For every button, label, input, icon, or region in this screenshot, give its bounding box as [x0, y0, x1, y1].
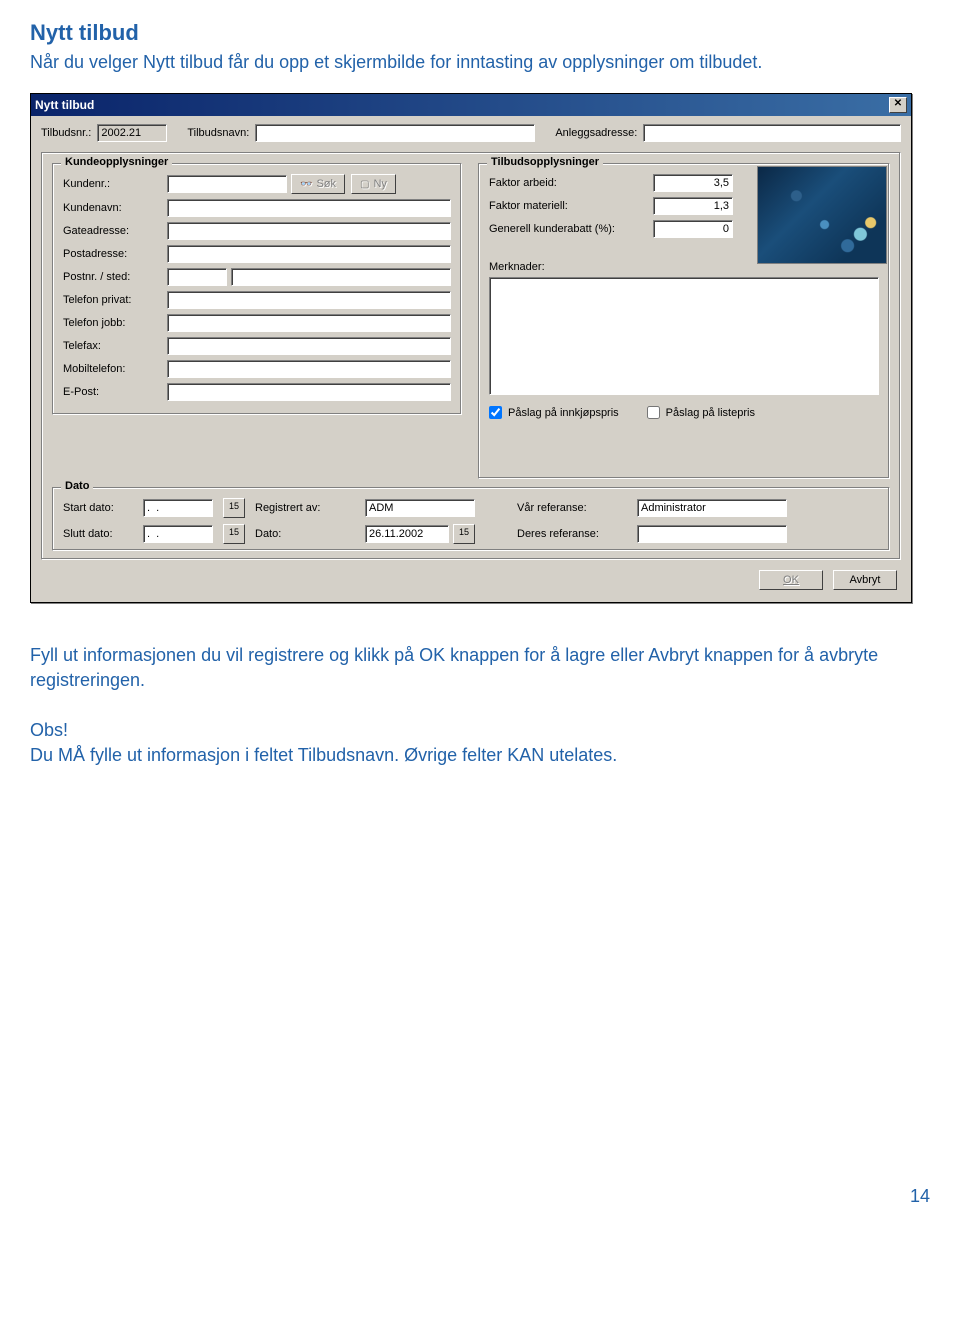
mobil-input[interactable] — [167, 360, 451, 378]
start-dato-input[interactable] — [143, 499, 213, 517]
anleggsadresse-label: Anleggsadresse: — [555, 127, 637, 139]
doc-para3b: Du MÅ fylle ut informasjon i feltet Tilb… — [30, 745, 930, 766]
postnr-label: Postnr. / sted: — [63, 271, 163, 283]
merknader-input[interactable] — [489, 277, 879, 395]
postadresse-label: Postadresse: — [63, 248, 163, 260]
paslag-innkjop-input[interactable] — [489, 406, 502, 419]
telefax-label: Telefax: — [63, 340, 163, 352]
sok-button-label: Søk — [316, 178, 336, 190]
generell-rabatt-label: Generell kunderabatt (%): — [489, 223, 649, 235]
epost-label: E-Post: — [63, 386, 163, 398]
titlebar: Nytt tilbud ✕ — [31, 94, 911, 116]
close-icon: ✕ — [894, 98, 902, 109]
faktor-materiell-input[interactable] — [653, 197, 733, 215]
kunde-legend: Kundeopplysninger — [61, 156, 172, 168]
paslag-listepris-input[interactable] — [647, 406, 660, 419]
close-button[interactable]: ✕ — [889, 97, 907, 113]
top-row: Tilbudsnr.: Tilbudsnavn: Anleggsadresse: — [41, 124, 901, 142]
var-ref-label: Vår referanse: — [517, 502, 627, 514]
avbryt-button[interactable]: Avbryt — [833, 570, 897, 590]
binoculars-icon: 👓 — [300, 179, 312, 190]
faktor-arbeid-input[interactable] — [653, 174, 733, 192]
ny-button[interactable]: ▢ Ny — [351, 174, 396, 194]
doc-para3a: Obs! — [30, 720, 930, 741]
registrert-av-label: Registrert av: — [255, 502, 355, 514]
slutt-dato-calendar-button[interactable]: 15 — [223, 524, 245, 544]
ok-button[interactable]: OK — [759, 570, 823, 590]
kundenavn-input[interactable] — [167, 199, 451, 217]
faktor-arbeid-label: Faktor arbeid: — [489, 177, 649, 189]
anleggsadresse-input[interactable] — [643, 124, 901, 142]
tilbudsnavn-label: Tilbudsnavn: — [187, 127, 249, 139]
main-groupbox: Kundeopplysninger Kundenr.: 👓 Søk ▢ — [41, 152, 901, 560]
paslag-listepris-checkbox[interactable]: Påslag på listepris — [647, 406, 755, 419]
slutt-dato-label: Slutt dato: — [63, 528, 133, 540]
kundenavn-label: Kundenavn: — [63, 202, 163, 214]
doc-para2: Fyll ut informasjonen du vil registrere … — [30, 643, 930, 693]
start-dato-label: Start dato: — [63, 502, 133, 514]
footer-buttons: OK Avbryt — [41, 560, 901, 592]
doc-title: Nytt tilbud — [30, 20, 930, 46]
dato-label: Dato: — [255, 528, 355, 540]
gateadresse-input[interactable] — [167, 222, 451, 240]
calendar-icon: 15 — [459, 527, 469, 537]
kundenr-label: Kundenr.: — [63, 178, 163, 190]
telefon-jobb-label: Telefon jobb: — [63, 317, 163, 329]
paslag-innkjop-label: Påslag på innkjøpspris — [508, 407, 619, 419]
telefon-privat-label: Telefon privat: — [63, 294, 163, 306]
page-number: 14 — [30, 1186, 930, 1207]
ok-button-label: OK — [783, 574, 799, 586]
dialog-nytt-tilbud: Nytt tilbud ✕ Tilbudsnr.: Tilbudsnavn: A… — [30, 93, 912, 603]
calendar-icon: 15 — [229, 501, 239, 511]
dato-calendar-button[interactable]: 15 — [453, 524, 475, 544]
sok-button[interactable]: 👓 Søk — [291, 174, 345, 194]
ny-button-label: Ny — [373, 178, 386, 190]
sted-input[interactable] — [231, 268, 451, 286]
dato-legend: Dato — [61, 480, 93, 492]
kundenr-input[interactable] — [167, 175, 287, 193]
postnr-input[interactable] — [167, 268, 227, 286]
deres-ref-label: Deres referanse: — [517, 528, 627, 540]
titlebar-text: Nytt tilbud — [35, 98, 94, 112]
tilbudsnavn-input[interactable] — [255, 124, 535, 142]
registrert-av-input[interactable] — [365, 499, 475, 517]
start-dato-calendar-button[interactable]: 15 — [223, 498, 245, 518]
tilbud-legend: Tilbudsopplysninger — [487, 156, 603, 168]
paslag-listepris-label: Påslag på listepris — [666, 407, 755, 419]
dialog-body: Tilbudsnr.: Tilbudsnavn: Anleggsadresse:… — [31, 116, 911, 602]
tilbudsnr-label: Tilbudsnr.: — [41, 127, 91, 139]
var-ref-input[interactable] — [637, 499, 787, 517]
slutt-dato-input[interactable] — [143, 525, 213, 543]
new-doc-icon: ▢ — [360, 179, 369, 190]
calendar-icon: 15 — [229, 527, 239, 537]
mobil-label: Mobiltelefon: — [63, 363, 163, 375]
dato-groupbox: Dato Start dato: 15 Registrert av: Vår r… — [52, 487, 890, 551]
avbryt-button-label: Avbryt — [850, 574, 881, 586]
doc-intro: Når du velger Nytt tilbud får du opp et … — [30, 50, 930, 75]
dato-input[interactable] — [365, 525, 449, 543]
tilbud-groupbox: Tilbudsopplysninger Faktor arbeid: Fakto… — [478, 163, 890, 479]
deres-ref-input[interactable] — [637, 525, 787, 543]
telefon-jobb-input[interactable] — [167, 314, 451, 332]
tilbudsnr-input — [97, 124, 167, 142]
paslag-innkjop-checkbox[interactable]: Påslag på innkjøpspris — [489, 406, 619, 419]
telefax-input[interactable] — [167, 337, 451, 355]
preview-image — [757, 166, 887, 264]
kunde-groupbox: Kundeopplysninger Kundenr.: 👓 Søk ▢ — [52, 163, 462, 415]
postadresse-input[interactable] — [167, 245, 451, 263]
telefon-privat-input[interactable] — [167, 291, 451, 309]
gateadresse-label: Gateadresse: — [63, 225, 163, 237]
generell-rabatt-input[interactable] — [653, 220, 733, 238]
faktor-materiell-label: Faktor materiell: — [489, 200, 649, 212]
epost-input[interactable] — [167, 383, 451, 401]
